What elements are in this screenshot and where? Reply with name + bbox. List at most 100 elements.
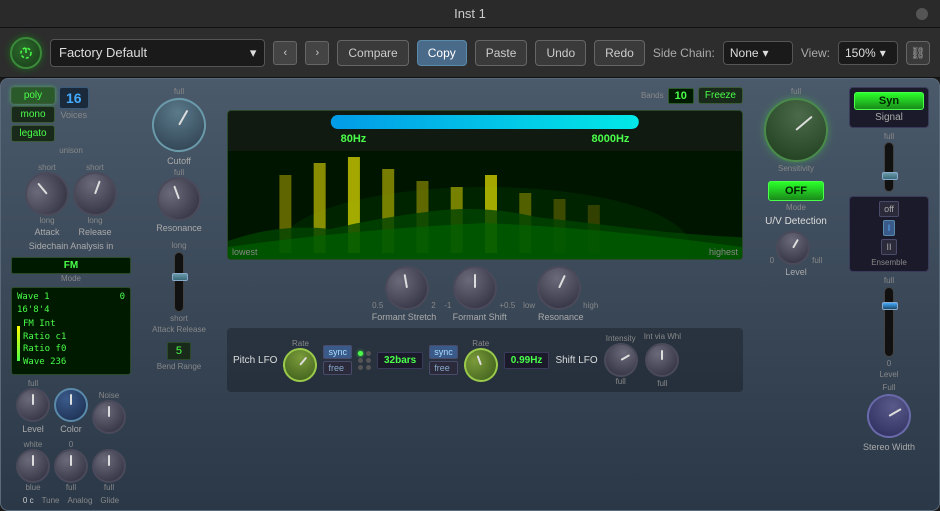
voices-number: 16 xyxy=(59,87,89,109)
pattern-dot-4[interactable] xyxy=(366,358,371,363)
legato-button[interactable]: legato xyxy=(11,125,55,142)
formant-stretch-knob[interactable] xyxy=(382,263,433,314)
toolbar: Factory Default ▾ ‹ › Compare Copy Paste… xyxy=(0,28,940,78)
analog-knob[interactable] xyxy=(54,449,88,483)
pattern-dot-3[interactable] xyxy=(358,358,363,363)
view-dropdown[interactable]: 150% ▾ xyxy=(838,41,898,65)
tune-knob[interactable] xyxy=(16,449,50,483)
paste-button[interactable]: Paste xyxy=(475,40,528,66)
level-knob[interactable] xyxy=(16,388,50,422)
pattern-selector xyxy=(358,351,371,370)
attack-knob[interactable] xyxy=(16,163,78,225)
freeze-button[interactable]: Freeze xyxy=(698,87,743,104)
cutoff-knob[interactable] xyxy=(142,88,216,162)
bands-display: 10 xyxy=(668,88,694,104)
color-knob[interactable] xyxy=(54,388,88,422)
shift-lfo-hz-value: 0.99Hz xyxy=(504,352,550,369)
mode-display: FM xyxy=(11,257,131,274)
voices-label: Voices xyxy=(61,110,88,120)
left-panel: poly mono legato 16 Voices unison short xyxy=(11,87,131,505)
ensemble-off-button[interactable]: off xyxy=(879,201,899,217)
undo-button[interactable]: Undo xyxy=(535,40,586,66)
spectrum-bar xyxy=(331,115,639,129)
formant-stretch-group: 0.5 2 Formant Stretch xyxy=(372,266,437,322)
glide-knob[interactable] xyxy=(92,449,126,483)
level-slider[interactable] xyxy=(884,287,894,357)
redo-button[interactable]: Redo xyxy=(594,40,645,66)
spectrum-display: 80Hz 8000Hz xyxy=(227,110,743,260)
sensitivity-knob[interactable] xyxy=(751,85,841,175)
pitch-free-button[interactable]: free xyxy=(323,361,352,375)
sc-analysis-label: Sidechain Analysis in xyxy=(11,241,131,251)
spectrum-lowest-label: lowest xyxy=(232,247,258,257)
intensity-group: Intensity full xyxy=(604,334,638,386)
int-via-whl-knob[interactable] xyxy=(645,343,679,377)
level-slider-area: full 0 Level xyxy=(879,276,898,379)
ensemble-section: off I II Ensemble xyxy=(849,196,929,272)
attack-release-slider[interactable] xyxy=(174,252,184,312)
view-label: View: xyxy=(801,46,830,60)
center-left-panel: full Cutoff full Resonance xyxy=(139,87,219,505)
prev-preset-button[interactable]: ‹ xyxy=(273,41,297,65)
intensity-knob[interactable] xyxy=(597,337,643,383)
uv-detection-label: U/V Detection xyxy=(765,216,827,227)
link-button[interactable]: ⛓ xyxy=(906,41,930,65)
shift-sync-button[interactable]: sync xyxy=(429,345,458,359)
release-knob-group: short long Release xyxy=(73,163,117,237)
pattern-dot-6[interactable] xyxy=(366,365,371,370)
formant-shift-knob[interactable] xyxy=(453,266,497,310)
shift-lfo-label: Shift LFO xyxy=(555,355,597,366)
attack-knob-group: short long Attack xyxy=(25,163,69,237)
center-panel: Bands 10 Freeze 80Hz 8000Hz xyxy=(227,87,743,505)
preset-dropdown[interactable]: Factory Default ▾ xyxy=(50,39,265,67)
voices-display: 16 Voices xyxy=(59,87,89,120)
unison-label: unison xyxy=(11,146,131,155)
noise-knob[interactable] xyxy=(92,400,126,434)
tune-label: Tune xyxy=(42,496,60,505)
formant-shift-group: -1 +0.5 Formant Shift xyxy=(444,266,515,322)
ensemble-II-button[interactable]: II xyxy=(881,239,896,255)
shift-lfo-rate-knob[interactable] xyxy=(459,343,503,387)
poly-button[interactable]: poly xyxy=(11,87,55,104)
off-mode-button[interactable]: OFF xyxy=(768,181,824,201)
resonance2-knob[interactable] xyxy=(530,259,588,317)
title-bar: Inst 1 xyxy=(0,0,940,28)
release-knob[interactable] xyxy=(67,166,123,222)
side-chain-dropdown[interactable]: None ▾ xyxy=(723,41,793,65)
next-preset-button[interactable]: › xyxy=(305,41,329,65)
stereo-width-knob[interactable] xyxy=(859,386,919,446)
pattern-dot-2[interactable] xyxy=(366,351,371,356)
shift-free-button[interactable]: free xyxy=(429,361,458,375)
resonance-knob[interactable] xyxy=(151,171,207,227)
mono-button[interactable]: mono xyxy=(11,106,55,123)
plugin-body: poly mono legato 16 Voices unison short xyxy=(1,79,939,511)
pitch-sync-button[interactable]: sync xyxy=(323,345,352,359)
pitch-lfo-rate-group: Rate xyxy=(283,339,317,382)
pattern-dot-5[interactable] xyxy=(358,365,363,370)
stereo-width-area: Full Stereo Width xyxy=(863,383,915,452)
power-button[interactable] xyxy=(10,37,42,69)
bend-range-display: 5 xyxy=(167,342,191,360)
right-panel: full Sensitivity OFF Mode U/V Detection … xyxy=(751,87,841,505)
far-right-panel: Syn Signal full off I II Ensemble xyxy=(849,87,929,505)
syn-button[interactable]: Syn xyxy=(854,92,924,110)
pattern-dot-1[interactable] xyxy=(358,351,363,356)
osc-display: Wave 1 0 16'8'4 FM Int Ratio c 1 xyxy=(11,287,131,375)
ensemble-I-button[interactable]: I xyxy=(883,220,896,236)
pitch-lfo-bars-value: 32bars xyxy=(377,352,423,369)
level2-knob[interactable] xyxy=(770,225,816,271)
compare-button[interactable]: Compare xyxy=(337,40,408,66)
side-chain-label: Side Chain: xyxy=(653,46,715,60)
osc-level-bar xyxy=(17,326,20,361)
resonance2-group: low high Resonance xyxy=(523,266,598,322)
spectrum-svg xyxy=(228,151,742,259)
level2-group: 0 full Level xyxy=(770,231,823,277)
pitch-lfo-rate-knob[interactable] xyxy=(277,341,325,389)
spectrum-freq-labels: 80Hz 8000Hz xyxy=(228,133,742,145)
close-button[interactable] xyxy=(916,8,928,20)
copy-button[interactable]: Copy xyxy=(417,40,467,66)
pitch-lfo-label: Pitch LFO xyxy=(233,355,277,366)
analog-label: Analog xyxy=(68,496,93,505)
spectrum-highest-label: highest xyxy=(709,247,738,257)
sensitivity-slider[interactable] xyxy=(884,142,894,192)
